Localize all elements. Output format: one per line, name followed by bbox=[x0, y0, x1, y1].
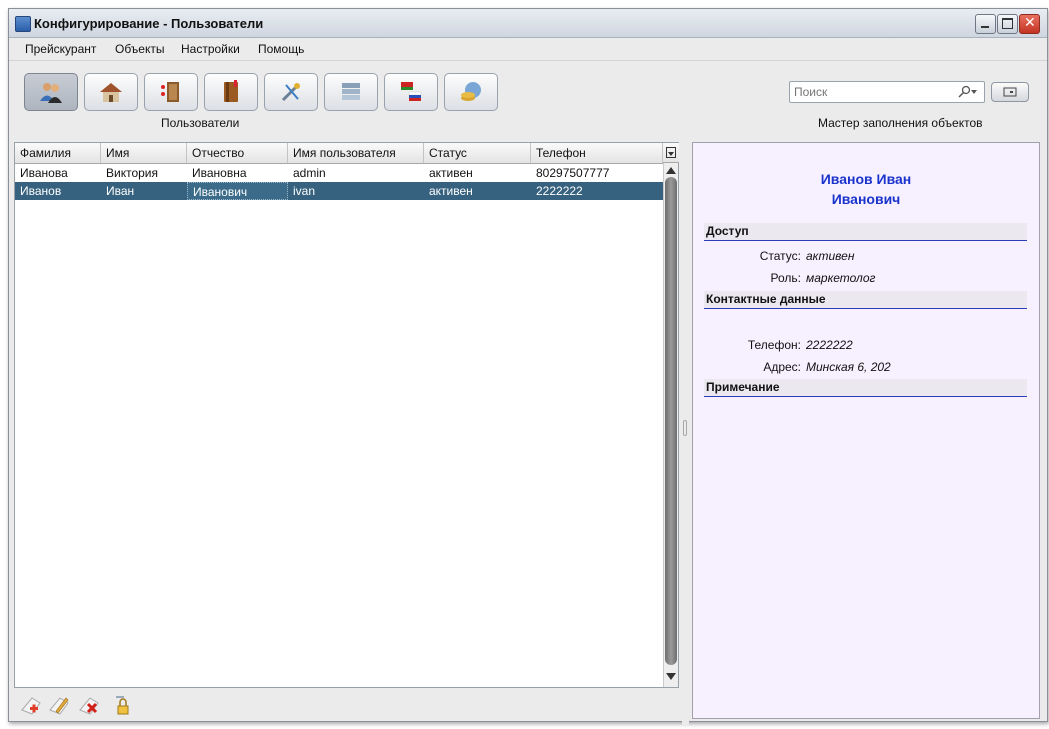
menu-help[interactable]: Помощь bbox=[258, 42, 304, 56]
column-header-lastname[interactable]: Фамилия bbox=[15, 143, 101, 163]
table-row-selected[interactable]: Иванов Иван Иванович ivan активен 222222… bbox=[15, 182, 663, 200]
pane-splitter[interactable] bbox=[682, 142, 689, 726]
details-panel: Иванов Иван Иванович Доступ Статус: акти… bbox=[692, 142, 1040, 719]
table-row[interactable]: Иванова Виктория Ивановна admin активен … bbox=[15, 164, 663, 182]
cell-status: активен bbox=[429, 184, 473, 198]
maximize-icon bbox=[1002, 18, 1013, 29]
toolbar-database-button[interactable] bbox=[324, 73, 378, 111]
toolbar: Пользователи Мастер заполнения объектов bbox=[9, 61, 1047, 139]
edit-user-button[interactable] bbox=[48, 694, 70, 716]
section-notes: Примечание bbox=[704, 379, 1027, 397]
section-contacts: Контактные данные bbox=[704, 291, 1027, 309]
toolbar-flags-button[interactable] bbox=[384, 73, 438, 111]
lock-user-button[interactable] bbox=[112, 694, 134, 716]
scroll-up-icon[interactable] bbox=[666, 167, 676, 174]
toolbar-door-button[interactable] bbox=[144, 73, 198, 111]
minimize-icon bbox=[981, 26, 989, 28]
cell-lastname: Иванова bbox=[20, 166, 68, 180]
column-header-username[interactable]: Имя пользователя bbox=[288, 143, 424, 163]
menu-price-list[interactable]: Прейскурант bbox=[25, 42, 96, 56]
search-icon[interactable] bbox=[956, 85, 978, 99]
status-value: активен bbox=[806, 249, 855, 263]
main-window: Конфигурирование - Пользователи ✕ Прейск… bbox=[8, 8, 1048, 726]
splitter-grip[interactable] bbox=[683, 420, 687, 436]
toolbar-active-caption: Пользователи bbox=[161, 116, 240, 130]
cell-patronymic: Иванович bbox=[187, 182, 288, 200]
scroll-down-icon[interactable] bbox=[666, 673, 676, 680]
add-user-button[interactable] bbox=[20, 694, 42, 716]
wizard-icon bbox=[1003, 87, 1017, 97]
column-header-patronymic[interactable]: Отчество bbox=[187, 143, 288, 163]
currency-icon bbox=[461, 82, 481, 101]
table-actions-bar bbox=[14, 690, 679, 720]
table-scrollbar[interactable] bbox=[663, 163, 678, 687]
menu-bar: Прейскурант Объекты Настройки Помощь bbox=[9, 38, 1047, 61]
close-icon: ✕ bbox=[1024, 15, 1036, 31]
tools-icon bbox=[281, 83, 300, 102]
details-name-line1: Иванов Иван bbox=[820, 171, 912, 187]
cell-phone: 2222222 bbox=[536, 184, 583, 198]
menu-settings[interactable]: Настройки bbox=[181, 42, 240, 56]
database-icon bbox=[342, 83, 360, 100]
window-title: Конфигурирование - Пользователи bbox=[34, 16, 264, 31]
house-icon bbox=[100, 83, 122, 102]
role-label: Роль: bbox=[770, 271, 801, 285]
column-chooser-button[interactable] bbox=[663, 143, 679, 163]
toolbar-users-button[interactable] bbox=[24, 73, 78, 111]
cell-phone: 80297507777 bbox=[536, 166, 610, 180]
toolbar-tools-button[interactable] bbox=[264, 73, 318, 111]
status-label: Статус: bbox=[759, 249, 801, 263]
flags-icon bbox=[401, 82, 422, 101]
maximize-button[interactable] bbox=[997, 14, 1018, 34]
search-box bbox=[789, 81, 985, 103]
column-header-phone[interactable]: Телефон bbox=[531, 143, 663, 163]
toolbar-house-button[interactable] bbox=[84, 73, 138, 111]
column-chooser-icon bbox=[666, 147, 676, 158]
section-access: Доступ bbox=[704, 223, 1027, 241]
users-icon bbox=[40, 83, 62, 103]
address-label: Адрес: bbox=[763, 360, 801, 374]
scrollbar-thumb[interactable] bbox=[665, 177, 677, 665]
address-value: Минская 6, 202 bbox=[806, 360, 891, 374]
details-name-line2: Иванович bbox=[831, 191, 901, 207]
search-input[interactable] bbox=[794, 85, 944, 99]
app-icon bbox=[15, 16, 31, 32]
cell-lastname: Иванов bbox=[20, 184, 62, 198]
cell-status: активен bbox=[429, 166, 473, 180]
table-header: Фамилия Имя Отчество Имя пользователя Ст… bbox=[15, 143, 663, 164]
wizard-button[interactable] bbox=[991, 82, 1029, 102]
phone-value: 2222222 bbox=[806, 338, 853, 352]
toolbar-currency-button[interactable] bbox=[444, 73, 498, 111]
role-value: маркетолог bbox=[806, 271, 876, 285]
book-icon bbox=[224, 80, 238, 102]
phone-label: Телефон: bbox=[747, 338, 801, 352]
minimize-button[interactable] bbox=[975, 14, 996, 34]
close-button[interactable]: ✕ bbox=[1019, 14, 1040, 34]
cell-firstname: Иван bbox=[106, 184, 135, 198]
door-icon bbox=[161, 82, 179, 102]
menu-objects[interactable]: Объекты bbox=[115, 42, 165, 56]
toolbar-book-button[interactable] bbox=[204, 73, 258, 111]
cell-firstname: Виктория bbox=[106, 166, 159, 180]
wizard-caption: Мастер заполнения объектов bbox=[818, 116, 983, 130]
cell-username: admin bbox=[293, 166, 326, 180]
column-header-status[interactable]: Статус bbox=[424, 143, 531, 163]
delete-user-button[interactable] bbox=[78, 694, 100, 716]
details-person-name: Иванов Иван Иванович bbox=[693, 169, 1039, 209]
cell-username: ivan bbox=[293, 184, 316, 198]
users-table: Фамилия Имя Отчество Имя пользователя Ст… bbox=[14, 142, 679, 688]
column-header-firstname[interactable]: Имя bbox=[101, 143, 187, 163]
cell-patronymic: Ивановна bbox=[192, 166, 247, 180]
title-bar[interactable]: Конфигурирование - Пользователи ✕ bbox=[9, 9, 1047, 38]
